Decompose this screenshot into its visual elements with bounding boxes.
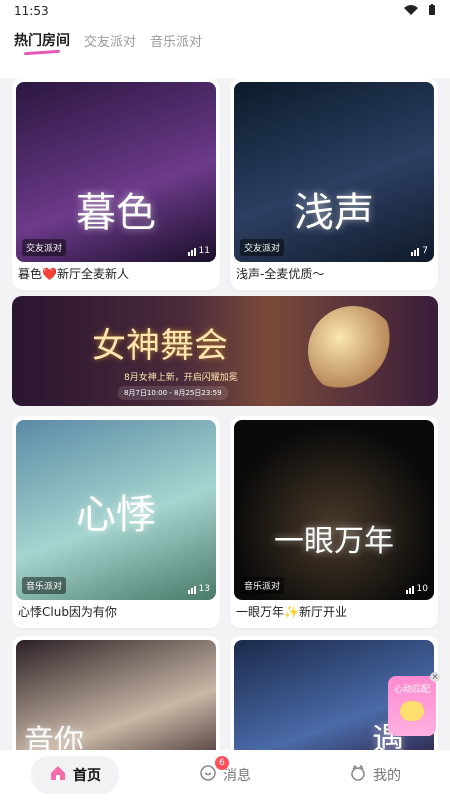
wifi-icon xyxy=(404,4,418,18)
room-category-badge: 交友派对 xyxy=(240,239,285,256)
heart-icon xyxy=(400,701,424,721)
match-label: 心动匹配 xyxy=(393,685,430,695)
room-category-badge: 交友派对 xyxy=(22,239,67,256)
banner-title: 女神舞会 xyxy=(92,326,228,366)
room-title: 浅声-全麦优质～ xyxy=(236,267,325,281)
room-card[interactable]: 暮色 交友派对 11 暮色❤️新厅全麦新人 xyxy=(12,78,220,290)
banner-subtitle: 8月女神上新，开启闪耀加冕 xyxy=(124,373,238,383)
room-cover: 浅声 交友派对 7 xyxy=(234,82,434,262)
room-member-count: 10 xyxy=(405,584,428,594)
category-tabs: 热门房间 交友派对 音乐派对 xyxy=(0,22,450,60)
profile-icon xyxy=(349,764,367,786)
moon-icon xyxy=(308,306,398,396)
room-card[interactable]: 浅声 交友派对 7 浅声-全麦优质～ xyxy=(230,78,438,290)
room-cover: 一眼万年 音乐派对 10 xyxy=(234,420,434,600)
nav-messages[interactable]: 6 消息 xyxy=(181,756,269,794)
nav-home-label: 首页 xyxy=(73,768,101,784)
room-card[interactable]: 心悸 音乐派对 13 心悸Club因为有你 xyxy=(12,416,220,628)
nav-profile[interactable]: 我的 xyxy=(331,756,419,794)
close-icon[interactable]: × xyxy=(430,672,440,682)
room-title: 心悸Club因为有你 xyxy=(18,605,117,619)
nav-home[interactable]: 首页 xyxy=(31,756,119,794)
room-cover-art-text: 心悸 xyxy=(76,492,156,538)
room-cover: 暮色 交友派对 11 xyxy=(16,82,216,262)
tab-hot-rooms[interactable]: 热门房间 xyxy=(14,30,70,60)
signal-bars-icon xyxy=(411,248,420,256)
room-cover-art-text: 音你 xyxy=(24,724,84,750)
room-category-badge: 音乐派对 xyxy=(240,577,285,594)
room-member-count: 7 xyxy=(411,246,428,256)
unread-badge: 6 xyxy=(215,756,229,770)
signal-bars-icon xyxy=(187,248,196,256)
room-title: 暮色❤️新厅全麦新人 xyxy=(18,267,129,281)
room-cover-art-text: 暮色 xyxy=(76,190,156,236)
room-member-count: 11 xyxy=(187,246,210,256)
bottom-navigation: 首页 6 消息 我的 xyxy=(0,750,450,800)
match-floating-button[interactable]: × 心动匹配 xyxy=(388,672,440,736)
room-card[interactable]: 音你 xyxy=(12,636,220,750)
feed-top-edge xyxy=(0,60,450,78)
status-time: 11:53 xyxy=(14,4,49,18)
nav-messages-label: 消息 xyxy=(223,768,251,784)
room-cover-art-text: 一眼万年 xyxy=(274,524,394,559)
signal-bars-icon xyxy=(187,586,196,594)
room-category-badge: 音乐派对 xyxy=(22,577,67,594)
room-feed[interactable]: 暮色 交友派对 11 暮色❤️新厅全麦新人 浅声 交友派对 7 浅声-全麦优质～… xyxy=(0,60,450,750)
room-cover-art-text: 浅声 xyxy=(294,190,374,236)
status-icons xyxy=(404,3,436,19)
tab-music-party[interactable]: 音乐派对 xyxy=(150,31,202,60)
event-banner[interactable]: 女神舞会 8月女神上新，开启闪耀加冕 8月7日10:00 - 8月25日23:5… xyxy=(12,296,438,406)
room-title: 一眼万年✨新厅开业 xyxy=(236,605,347,619)
signal-bars-icon xyxy=(405,586,414,594)
room-cover: 心悸 音乐派对 13 xyxy=(16,420,216,600)
battery-icon xyxy=(428,3,436,19)
room-member-count: 13 xyxy=(187,584,210,594)
room-cover: 音你 xyxy=(16,640,216,750)
status-bar: 11:53 xyxy=(0,0,450,22)
tab-friends-party[interactable]: 交友派对 xyxy=(84,31,136,60)
message-icon xyxy=(199,764,217,786)
home-icon xyxy=(49,764,67,786)
banner-dates: 8月7日10:00 - 8月25日23:59 xyxy=(118,386,228,400)
nav-profile-label: 我的 xyxy=(373,768,401,784)
room-card[interactable]: 一眼万年 音乐派对 10 一眼万年✨新厅开业 xyxy=(230,416,438,628)
